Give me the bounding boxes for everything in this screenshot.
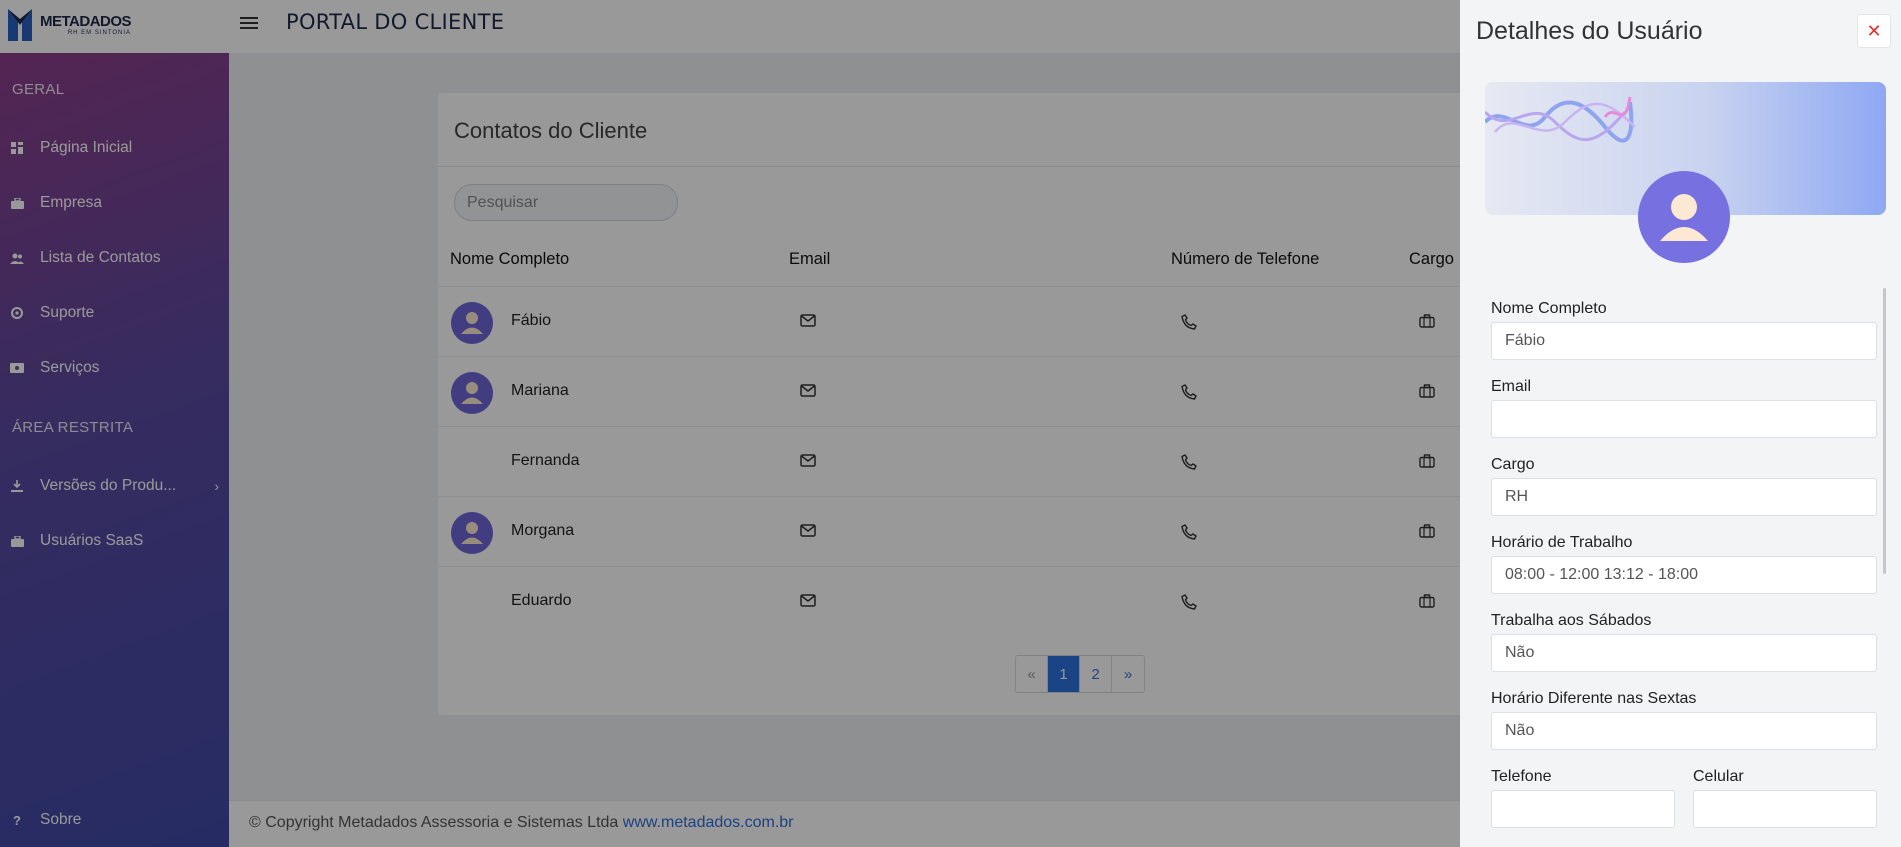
sabados-field[interactable] [1491, 634, 1877, 672]
sextas-field[interactable] [1491, 712, 1877, 750]
nome-field[interactable] [1491, 322, 1877, 360]
telefone-field[interactable] [1491, 790, 1675, 828]
sextas-label: Horário Diferente nas Sextas [1491, 690, 1697, 707]
panel-scrollbar[interactable] [1883, 288, 1886, 574]
celular-label: Celular [1693, 768, 1744, 785]
nome-label: Nome Completo [1491, 300, 1607, 317]
cargo-field[interactable] [1491, 478, 1877, 516]
panel-title: Detalhes do Usuário [1476, 17, 1703, 45]
wave-decoration [1485, 96, 1636, 143]
horario-field[interactable] [1491, 556, 1877, 594]
email-field[interactable] [1491, 400, 1877, 438]
horario-label: Horário de Trabalho [1491, 534, 1633, 551]
user-avatar [1638, 171, 1730, 263]
cargo-label: Cargo [1491, 456, 1535, 473]
sabados-label: Trabalha aos Sábados [1491, 612, 1652, 629]
email-label: Email [1491, 378, 1532, 395]
telefone-label: Telefone [1491, 768, 1552, 785]
celular-field[interactable] [1693, 790, 1877, 828]
close-icon[interactable]: ✕ [1857, 14, 1891, 48]
